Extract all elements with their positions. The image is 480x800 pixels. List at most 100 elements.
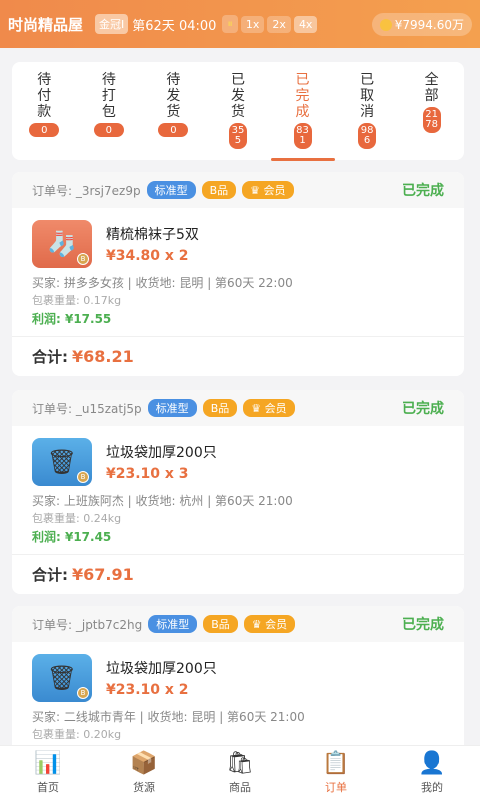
tab-label: 待发货 (166, 72, 181, 120)
crown-icon: ♛ (251, 618, 266, 631)
nav-label: 我的 (421, 781, 443, 794)
order-number: 订单号: _3rsj7ez9p (32, 183, 141, 198)
item-name: 垃圾袋加厚200只 (106, 445, 217, 461)
nav-home[interactable]: 📊 首页 (0, 746, 96, 800)
chart-icon: 📊 (34, 751, 62, 776)
item-price: ¥34.80 x 2 (106, 248, 189, 264)
shop-name: 时尚精品屋 (8, 15, 84, 34)
box-icon: 📦 (130, 751, 158, 776)
tab-label: 已完成 (295, 72, 310, 120)
order-card[interactable]: 订单号: _jptb7c2hg 标准型 B品 ♛ 会员 已完成 🗑 B 垃圾袋加厚… (12, 606, 464, 746)
order-total: 合计: ¥67.91 (12, 554, 464, 594)
nav-orders[interactable]: 📋 订单 (288, 746, 384, 800)
tab-count-badge: 831 (293, 123, 312, 149)
rank-badge: 金冠I (95, 14, 129, 34)
nav-supply[interactable]: 📦 货源 (96, 746, 192, 800)
package-weight: 包裹重量: 0.20kg (32, 728, 122, 741)
tab-count-badge: 2178 (422, 107, 441, 133)
tab-label: 待打包 (101, 72, 116, 120)
money-amount: ¥7994.60万 (394, 17, 464, 32)
item-price: ¥23.10 x 2 (106, 682, 189, 698)
total-amount: ¥67.91 (72, 565, 134, 584)
crown-icon: ♛ (250, 184, 264, 197)
order-card[interactable]: 订单号: _3rsj7ez9p 标准型 B品 ♛ 会员 已完成 🧦 B 精梳棉袜子… (12, 172, 464, 376)
item-name: 垃圾袋加厚200只 (106, 661, 217, 677)
tag-grade: B品 (203, 615, 238, 633)
user-icon: 👤 (418, 751, 446, 776)
tag-vip-label: 会员 (263, 184, 286, 197)
crown-icon: ♛ (251, 402, 265, 415)
tab-count-badge: 0 (93, 123, 124, 137)
tag-type: 标准型 (146, 181, 196, 199)
top-header: 时尚精品屋 金冠I 第62天 04:00 ⏸ 1x 2x 4x ¥7994.60… (0, 0, 480, 48)
nav-products[interactable]: 🛍 商品 (192, 746, 288, 800)
tab-count-badge: 0 (29, 123, 60, 137)
coin-icon (379, 18, 392, 31)
order-item: 🧦 B 精梳棉袜子5双 ¥34.80 x 2 (12, 208, 464, 274)
tag-vip-label: 会员 (265, 618, 288, 631)
profit: 利润: ¥17.45 (32, 530, 112, 544)
tag-vip-label: 会员 (264, 402, 287, 415)
money-display: ¥7994.60万 (371, 12, 472, 36)
tab-label: 待付款 (37, 72, 52, 120)
tab-count-badge: 0 (158, 123, 189, 137)
tab-all[interactable]: 全部 2178 (404, 72, 460, 160)
profit: 利润: ¥17.55 (32, 312, 112, 326)
order-card[interactable]: 订单号: _u15zatj5p 标准型 B品 ♛ 会员 已完成 🗑 B 垃圾袋加厚… (12, 390, 464, 594)
grade-badge-icon: B (77, 687, 89, 699)
nav-profile[interactable]: 👤 我的 (384, 746, 480, 800)
order-header: 订单号: _u15zatj5p 标准型 B品 ♛ 会员 已完成 (12, 390, 464, 426)
tag-grade: B品 (202, 399, 238, 417)
tag-vip: ♛ 会员 (243, 615, 296, 633)
bottom-nav: 📊 首页 📦 货源 🛍 商品 📋 订单 👤 我的 (0, 745, 480, 800)
buyer-info: 买家: 拼多多女孩 | 收货地: 昆明 | 第60天 22:00 (32, 276, 293, 290)
order-status: 已完成 (402, 183, 444, 199)
pause-button[interactable]: ⏸ (222, 15, 238, 33)
speed-2x-button[interactable]: 2x (267, 15, 291, 33)
nav-label: 订单 (325, 781, 347, 794)
buyer-info: 买家: 上班族阿杰 | 收货地: 杭州 | 第60天 21:00 (32, 494, 293, 508)
tag-type: 标准型 (147, 399, 197, 417)
package-weight: 包裹重量: 0.17kg (32, 294, 122, 307)
order-item: 🗑 B 垃圾袋加厚200只 ¥23.10 x 2 (12, 642, 464, 708)
grade-badge-icon: B (77, 253, 89, 265)
speed-4x-button[interactable]: 4x (293, 15, 318, 33)
tab-completed[interactable]: 已完成 831 (270, 72, 335, 161)
tab-cancelled[interactable]: 已取消 986 (339, 72, 395, 160)
package-weight: 包裹重量: 0.24kg (32, 512, 122, 525)
item-name: 精梳棉袜子5双 (106, 227, 199, 243)
tag-grade: B品 (201, 181, 237, 199)
order-total: 合计: ¥68.21 (12, 336, 464, 376)
nav-label: 商品 (229, 781, 251, 794)
tab-underline (270, 158, 335, 161)
trash-bag-icon: 🗑 B (32, 654, 92, 702)
tab-count-badge: 986 (358, 123, 377, 149)
nav-label: 货源 (133, 781, 155, 794)
item-price: ¥23.10 x 3 (106, 466, 189, 482)
tab-label: 全部 (424, 72, 439, 104)
clipboard-icon: 📋 (322, 751, 350, 776)
order-item: 🗑 B 垃圾袋加厚200只 ¥23.10 x 3 (12, 426, 464, 492)
tag-vip: ♛ 会员 (242, 181, 294, 199)
order-number: 订单号: _u15zatj5p (32, 401, 142, 416)
total-amount: ¥68.21 (72, 347, 134, 366)
tab-shipped[interactable]: 已发货 355 (210, 72, 266, 160)
socks-icon: 🧦 B (32, 220, 92, 268)
order-header: 订单号: _jptb7c2hg 标准型 B品 ♛ 会员 已完成 (12, 606, 464, 642)
order-header: 订单号: _3rsj7ez9p 标准型 B品 ♛ 会员 已完成 (12, 172, 464, 208)
speed-1x-button[interactable]: 1x (240, 15, 265, 33)
tab-pending-ship[interactable]: 待发货 0 (145, 72, 201, 160)
order-number: 订单号: _jptb7c2hg (32, 617, 143, 632)
shopping-bag-icon: 🛍 (226, 751, 254, 776)
tag-type: 标准型 (148, 615, 198, 633)
tab-label: 已取消 (360, 72, 375, 120)
tag-vip: ♛ 会员 (243, 399, 295, 417)
tab-pending-pack[interactable]: 待打包 0 (81, 72, 137, 160)
total-label: 合计: (32, 566, 68, 584)
tab-pending-payment[interactable]: 待付款 0 (16, 72, 72, 160)
nav-label: 首页 (37, 781, 59, 794)
buyer-info: 买家: 二线城市青年 | 收货地: 昆明 | 第60天 21:00 (32, 710, 305, 724)
grade-badge-icon: B (77, 471, 89, 483)
tab-label: 已发货 (230, 72, 245, 120)
order-status: 已完成 (402, 617, 444, 633)
